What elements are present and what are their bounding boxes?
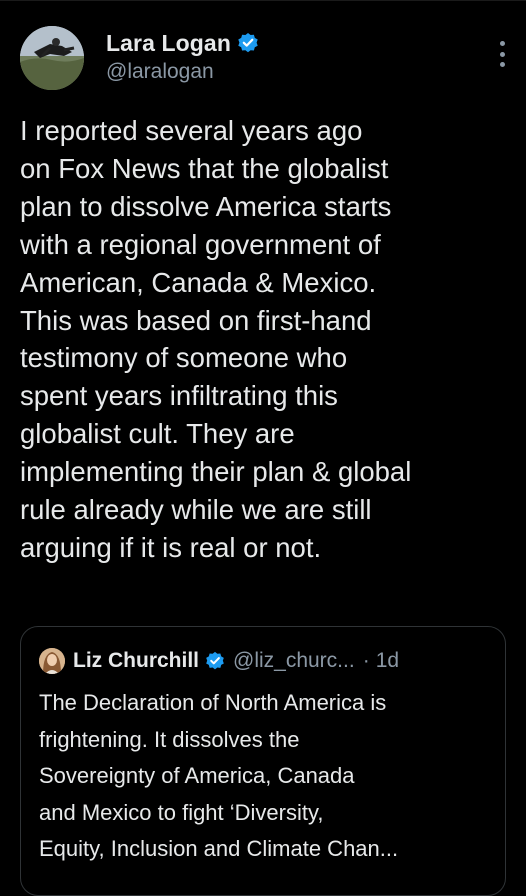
tweet-text: I reported several years ago on Fox News …	[20, 112, 516, 567]
quoted-tweet-text-line: The Declaration of North America is	[39, 690, 387, 715]
quoted-timestamp[interactable]: 1d	[376, 649, 399, 673]
quoted-tweet-text-line: frightening. It dissolves the	[39, 726, 300, 752]
quoted-author-avatar[interactable]	[39, 648, 65, 674]
tweet-header: Lara Logan @laralogan	[20, 26, 510, 96]
more-dot	[499, 51, 505, 57]
verified-badge-icon	[238, 33, 258, 53]
author-handle[interactable]: @laralogan	[106, 60, 214, 84]
tweet-text-line: plan to dissolve America starts	[20, 190, 392, 222]
verified-badge-icon	[206, 651, 224, 670]
quoted-tweet-text-line: and Mexico to fight ‘Diversity,	[39, 799, 324, 825]
tweet-text-line: spent years infiltrating this	[20, 380, 338, 412]
quoted-tweet[interactable]: Liz Churchill @liz_churc... · 1d The Dec…	[20, 626, 506, 896]
more-dot	[499, 62, 505, 67]
tweet-text-line: arguing if it is real or not.	[20, 531, 322, 563]
tweet-text-line: testimony of someone who	[20, 342, 348, 374]
quoted-tweet-header: Liz Churchill @liz_churc... · 1d	[39, 647, 399, 675]
tweet-text-line: rule already while we are still	[20, 494, 372, 526]
author-display-name[interactable]: Lara Logan	[106, 30, 231, 57]
tweet-text-line: American, Canada & Mexico.	[20, 266, 377, 298]
tweet-text-line: with a regional government of	[20, 228, 381, 260]
tweet-text-line: I reported several years ago	[20, 115, 363, 146]
more-dot	[499, 41, 505, 46]
avatar-photo-icon	[20, 26, 84, 90]
more-vertical-icon[interactable]	[498, 41, 506, 67]
quoted-author-display-name[interactable]: Liz Churchill	[73, 649, 199, 673]
tweet-text-line: on Fox News that the globalist	[20, 152, 389, 184]
quoted-tweet-text-line: Equity, Inclusion and Climate Chan...	[39, 836, 399, 861]
author-avatar[interactable]	[20, 26, 84, 90]
top-divider	[0, 0, 526, 1]
quoted-tweet-text: The Declaration of North America is frigh…	[39, 685, 499, 868]
tweet-text-line: globalist cult. They are	[20, 418, 295, 450]
quoted-author-handle[interactable]: @liz_churc...	[233, 649, 355, 673]
tweet-text-line: implementing their plan & global	[20, 456, 412, 488]
quoted-tweet-text-line: Sovereignty of America, Canada	[39, 763, 355, 788]
tweet-text-line: This was based on first-hand	[20, 304, 372, 336]
avatar-photo-icon	[39, 648, 65, 674]
separator-dot: ·	[362, 649, 370, 672]
